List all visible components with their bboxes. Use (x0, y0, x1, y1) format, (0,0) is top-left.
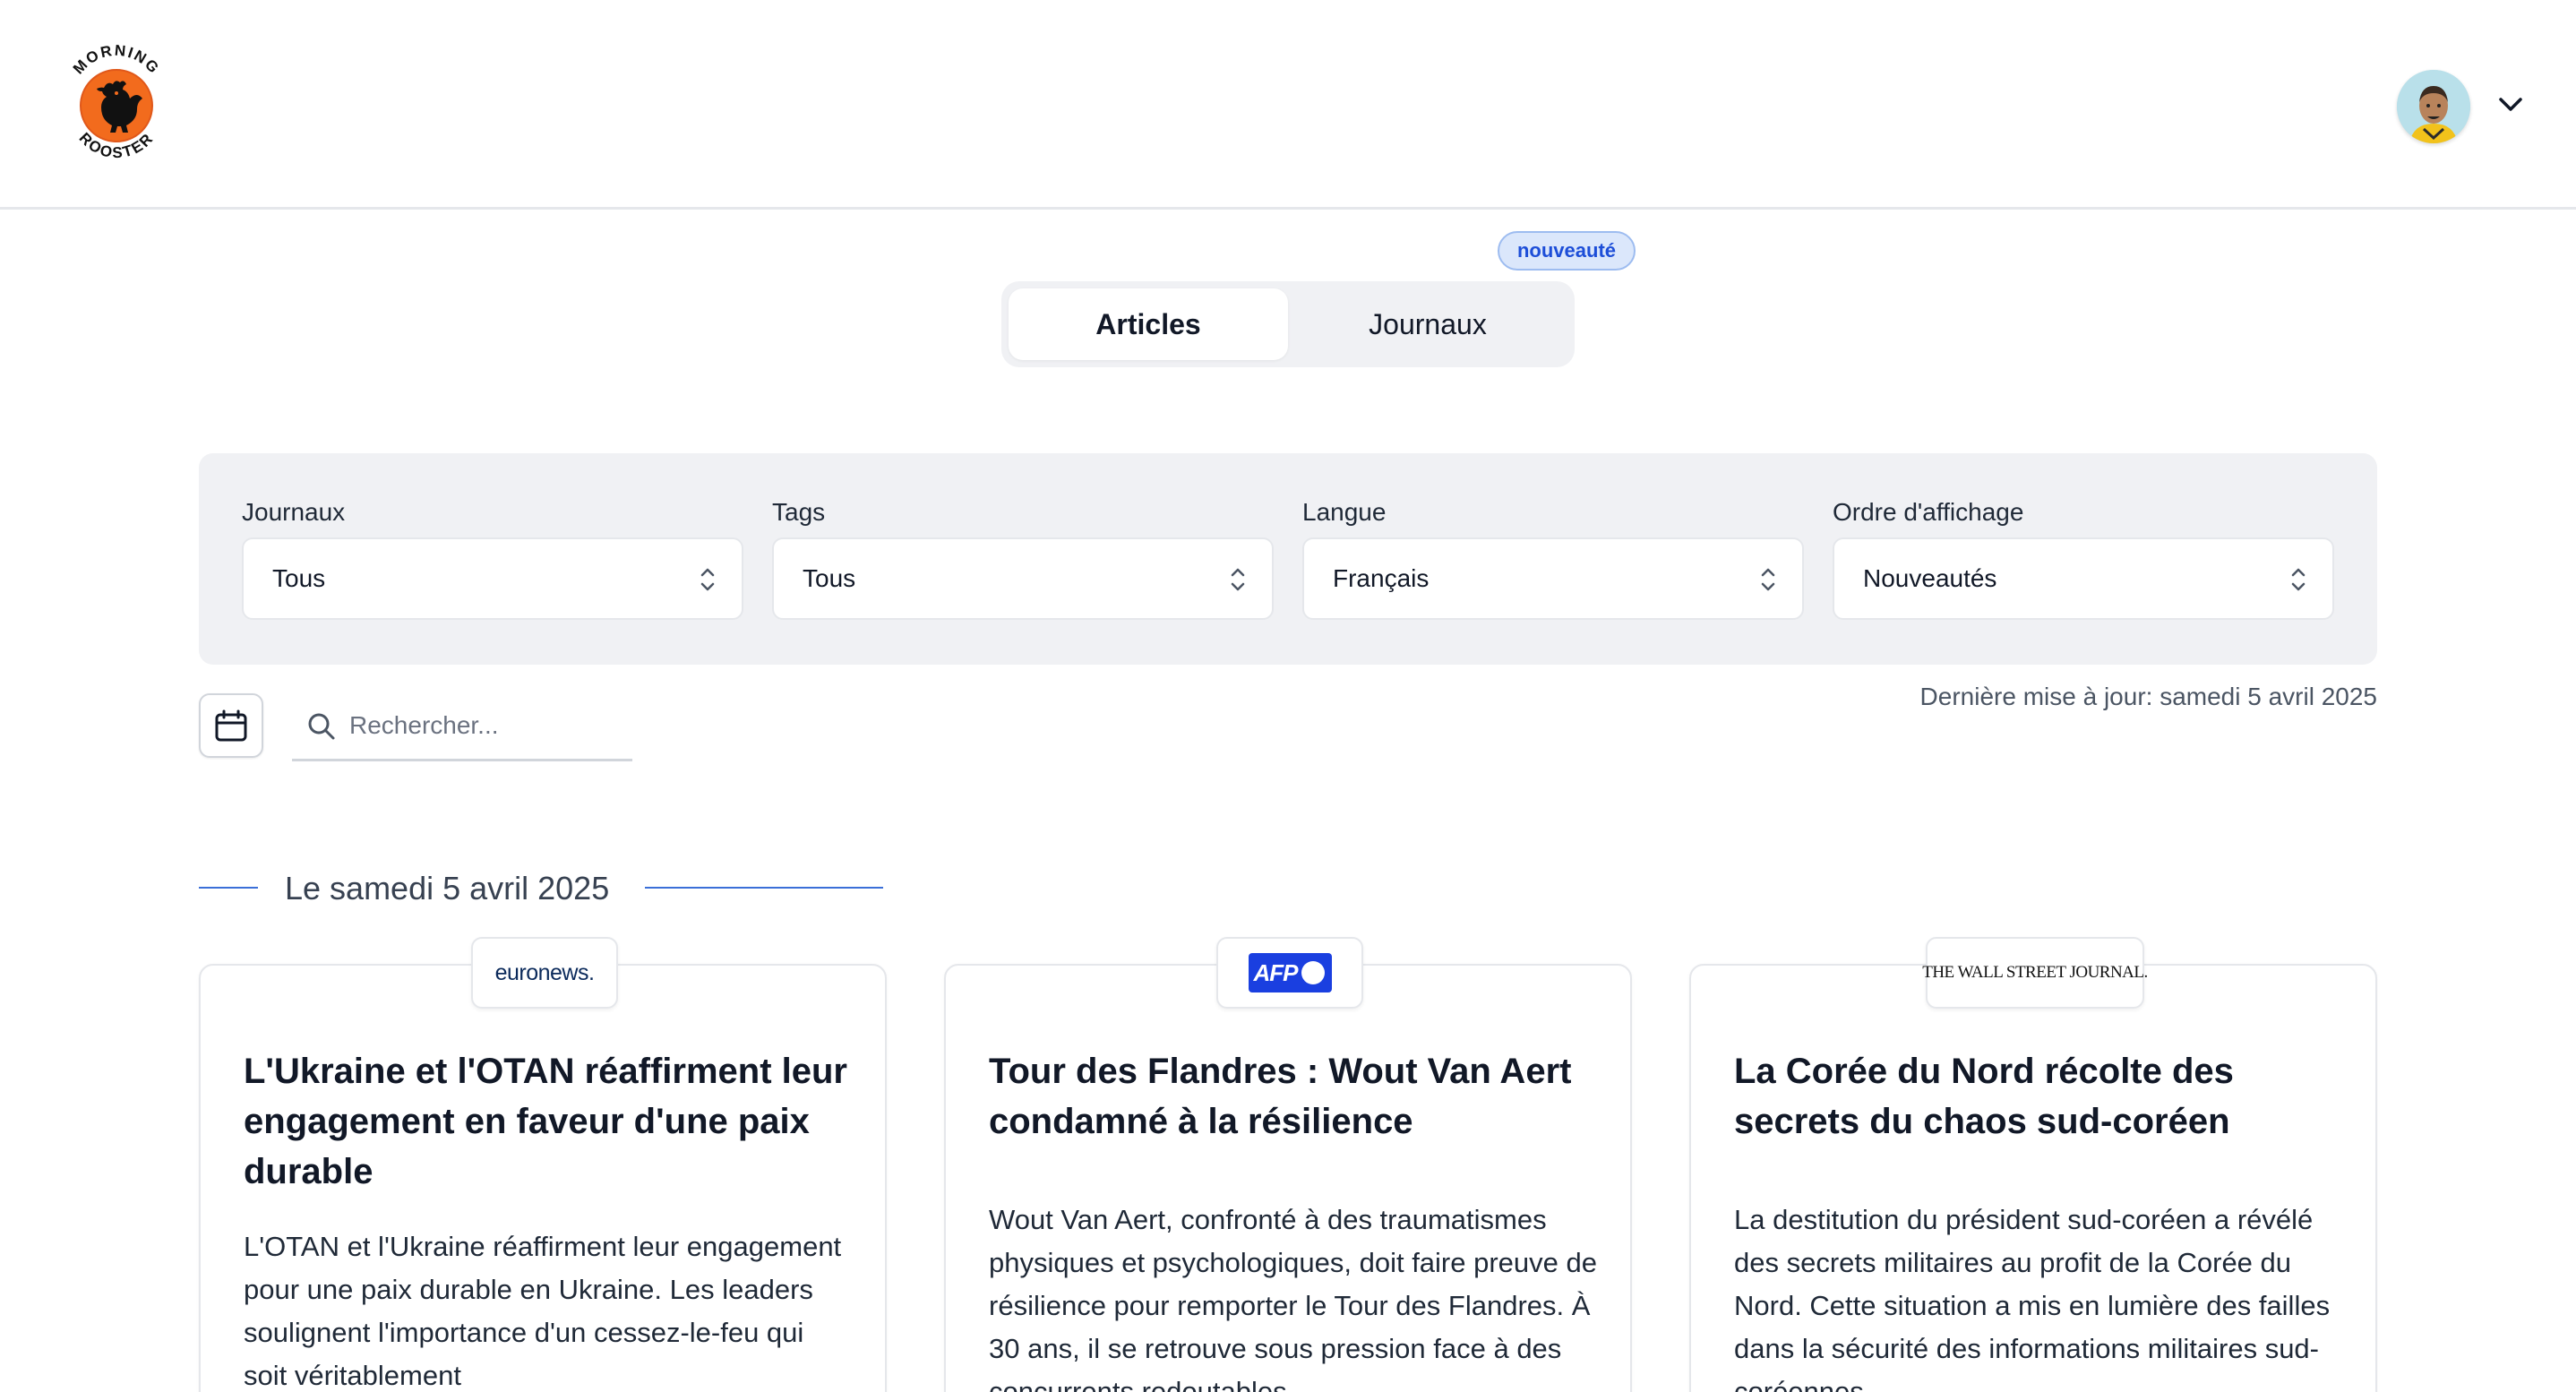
tab-journaux[interactable]: Journaux (1288, 288, 1567, 360)
article-title[interactable]: Tour des Flandres : Wout Van Aert condam… (989, 1046, 1598, 1147)
article-title[interactable]: L'Ukraine et l'OTAN réaffirment leur eng… (244, 1046, 853, 1197)
select-caret-icon (1231, 568, 1245, 591)
article-card[interactable]: THE WALL STREET JOURNAL. La Corée du Nor… (1689, 937, 2377, 1392)
chevron-down-icon[interactable] (2497, 93, 2524, 115)
source-logo-afp: AFP (1216, 937, 1363, 1009)
filter-label-langue: Langue (1302, 498, 1387, 526)
new-feature-badge: nouveauté (1498, 231, 1636, 271)
filter-journaux: Journaux Tous (242, 496, 743, 620)
top-header: MORNING ROOSTER (0, 0, 2576, 210)
user-avatar-icon[interactable] (2397, 70, 2470, 143)
search-icon (308, 713, 335, 740)
article-summary: L'OTAN et l'Ukraine réaffirment leur eng… (244, 1231, 842, 1391)
date-divider-left (199, 887, 258, 889)
ordre-select-value: Nouveautés (1863, 564, 1997, 592)
article-card[interactable]: AFP Tour des Flandres : Wout Van Aert co… (944, 937, 1632, 1392)
search-input[interactable] (349, 700, 618, 751)
calendar-button[interactable] (199, 693, 263, 758)
search-field (292, 692, 632, 761)
date-heading: Le samedi 5 avril 2025 (285, 870, 610, 907)
calendar-icon (215, 709, 247, 742)
source-logo-euronews: euronews. (471, 937, 618, 1009)
view-tabs: Articles Journaux (1001, 281, 1575, 367)
source-logo-text: THE WALL STREET JOURNAL. (1922, 963, 2148, 982)
last-update-text: Dernière mise à jour: samedi 5 avril 202… (1919, 683, 2377, 710)
morning-rooster-logo[interactable]: MORNING ROOSTER (57, 36, 176, 170)
langue-select-value: Français (1333, 564, 1430, 592)
tags-select-value: Tous (803, 564, 856, 592)
tab-articles[interactable]: Articles (1009, 288, 1288, 360)
source-logo-wsj: THE WALL STREET JOURNAL. (1922, 937, 2148, 1009)
filter-ordre: Ordre d'affichage Nouveautés (1833, 496, 2334, 620)
article-summary: Wout Van Aert, confronté à des traumatis… (989, 1204, 1597, 1392)
journaux-select-value: Tous (272, 564, 326, 592)
source-logo-text: euronews. (494, 959, 595, 985)
filter-label-ordre: Ordre d'affichage (1833, 498, 2024, 526)
article-title[interactable]: La Corée du Nord récolte des secrets du … (1734, 1046, 2343, 1147)
ordre-select[interactable]: Nouveautés (1833, 537, 2334, 620)
source-logo-text: AFP (1253, 958, 1299, 986)
filter-langue: Langue Français (1302, 496, 1804, 620)
filter-label-journaux: Journaux (242, 498, 346, 526)
select-caret-icon (2291, 568, 2306, 591)
langue-select[interactable]: Français (1302, 537, 1804, 620)
article-card[interactable]: euronews. L'Ukraine et l'OTAN réaffirmen… (199, 937, 887, 1392)
article-summary: La destitution du président sud-coréen a… (1734, 1204, 2331, 1392)
journaux-select[interactable]: Tous (242, 537, 743, 620)
filter-label-tags: Tags (772, 498, 826, 526)
tags-select[interactable]: Tous (772, 537, 1274, 620)
date-divider-right (645, 887, 883, 889)
afp-logo: AFP (1248, 953, 1332, 992)
filter-panel: Journaux Tous Tags Tous Langue Français … (199, 453, 2377, 665)
select-caret-icon (700, 568, 715, 591)
select-caret-icon (1761, 568, 1775, 591)
filter-tags: Tags Tous (772, 496, 1274, 620)
